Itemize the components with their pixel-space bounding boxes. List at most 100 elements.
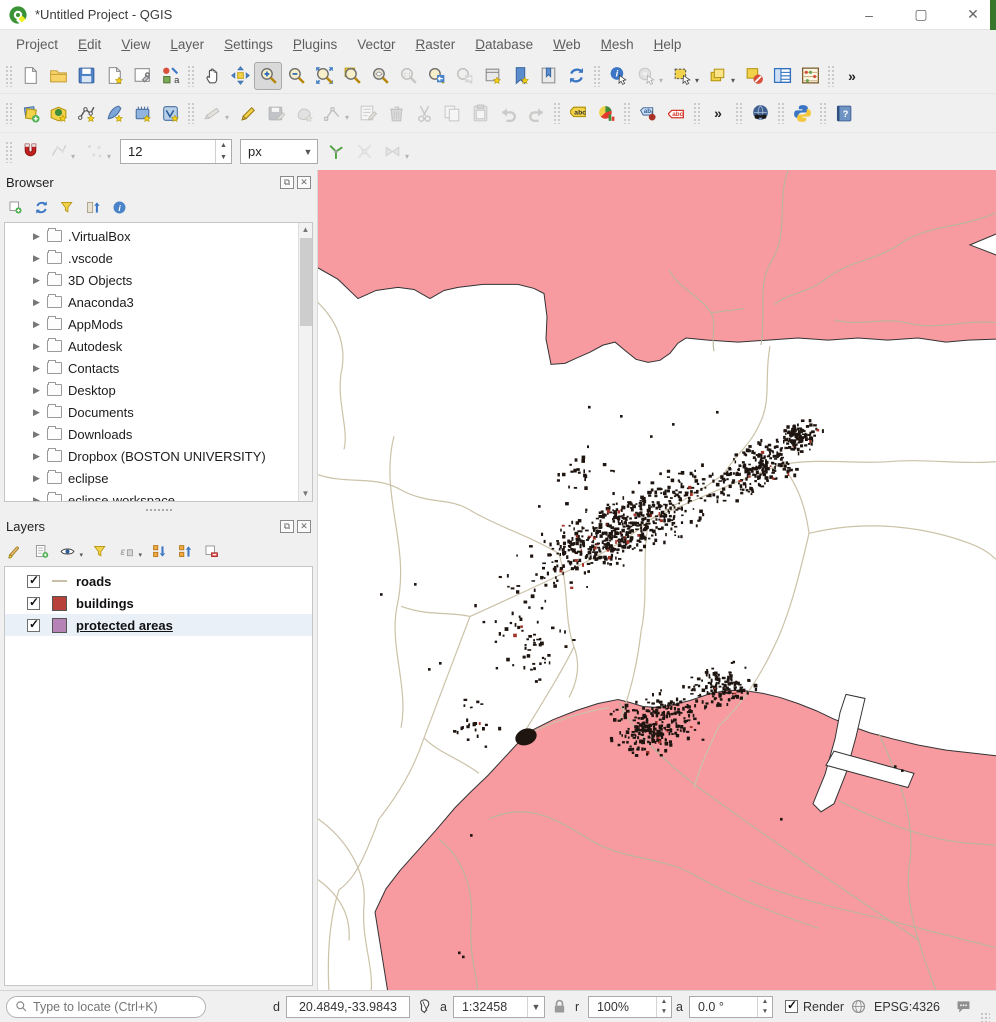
browser-item-appmods[interactable]: ▶AppMods: [5, 313, 312, 335]
new-geopackage-layer-icon[interactable]: [44, 99, 72, 127]
open-project-icon[interactable]: [44, 62, 72, 90]
style-manager-icon[interactable]: a: [156, 62, 184, 90]
expand-arrow-icon[interactable]: ▶: [33, 495, 47, 503]
expand-arrow-icon[interactable]: ▶: [33, 473, 47, 484]
expand-arrow-icon[interactable]: ▶: [33, 429, 47, 440]
layer-row-buildings[interactable]: buildings: [5, 592, 312, 614]
toolbar-overflow-icon[interactable]: »: [838, 62, 866, 90]
browser-item-downloads[interactable]: ▶Downloads: [5, 423, 312, 445]
new-map-view-icon[interactable]: [478, 62, 506, 90]
filter-by-expression-icon[interactable]: ε▾: [115, 540, 137, 562]
statistical-summary-icon[interactable]: [796, 62, 824, 90]
new-temporary-scratch-layer-icon[interactable]: [128, 99, 156, 127]
scroll-up-icon[interactable]: ▲: [299, 223, 312, 237]
toolbar-grip[interactable]: [5, 141, 13, 163]
deselect-all-icon[interactable]: [740, 62, 768, 90]
zoom-to-layer-icon[interactable]: [366, 62, 394, 90]
menu-plugins[interactable]: Plugins: [283, 33, 347, 56]
rotation-spinbox[interactable]: 0.0 ° ▲▼: [689, 996, 773, 1018]
browser-float-icon[interactable]: ⧉: [280, 176, 294, 189]
layer-visibility-checkbox[interactable]: [27, 619, 40, 632]
browser-properties-icon[interactable]: i: [108, 196, 130, 218]
expand-all-icon[interactable]: [148, 540, 170, 562]
select-by-value-icon[interactable]: ▾: [704, 62, 732, 90]
highlight-pinned-labels-icon[interactable]: ab: [634, 99, 662, 127]
show-unplaced-labels-icon[interactable]: abc: [662, 99, 690, 127]
locate-input[interactable]: [33, 1000, 197, 1014]
new-print-layout-icon[interactable]: [100, 62, 128, 90]
scroll-down-icon[interactable]: ▼: [299, 487, 312, 501]
add-selected-layers-icon[interactable]: [4, 196, 26, 218]
zoom-to-selection-icon[interactable]: [338, 62, 366, 90]
identify-features-icon[interactable]: i: [604, 62, 632, 90]
layer-row-protected-areas[interactable]: protected areas: [5, 614, 312, 636]
toolbar-grip[interactable]: [693, 102, 701, 124]
toolbar-grip[interactable]: [819, 102, 827, 124]
expand-arrow-icon[interactable]: ▶: [33, 407, 47, 418]
layer-row-roads[interactable]: roads: [5, 570, 312, 592]
open-layer-styling-icon[interactable]: [4, 540, 26, 562]
panel-splitter[interactable]: [0, 506, 317, 514]
expand-arrow-icon[interactable]: ▶: [33, 275, 47, 286]
magnifier-spinbox[interactable]: 100% ▲▼: [588, 996, 672, 1018]
toolbar-grip[interactable]: [827, 65, 835, 87]
snapping-units-combo[interactable]: px▼: [240, 139, 318, 164]
crs-globe-icon[interactable]: [848, 996, 870, 1018]
select-features-icon[interactable]: ▾: [668, 62, 696, 90]
layer-visibility-checkbox[interactable]: [27, 597, 40, 610]
new-shapefile-layer-icon[interactable]: [72, 99, 100, 127]
menu-web[interactable]: Web: [543, 33, 591, 56]
minimize-button[interactable]: –: [860, 7, 878, 23]
expand-arrow-icon[interactable]: ▶: [33, 253, 47, 264]
browser-item--vscode[interactable]: ▶.vscode: [5, 247, 312, 269]
menu-raster[interactable]: Raster: [406, 33, 466, 56]
menu-edit[interactable]: Edit: [68, 33, 111, 56]
browser-scrollbar[interactable]: ▲ ▼: [298, 223, 312, 501]
menu-project[interactable]: Project: [6, 33, 68, 56]
coordinate-box[interactable]: 20.4849,-33.9843: [286, 996, 410, 1018]
window-resize-grip[interactable]: [980, 1012, 990, 1022]
menu-view[interactable]: View: [111, 33, 160, 56]
browser-item-autodesk[interactable]: ▶Autodesk: [5, 335, 312, 357]
manage-map-themes-icon[interactable]: ▾: [56, 540, 78, 562]
menu-help[interactable]: Help: [644, 33, 692, 56]
layers-float-icon[interactable]: ⧉: [280, 520, 294, 533]
toolbar-grip[interactable]: [187, 102, 195, 124]
browser-close-icon[interactable]: ✕: [297, 176, 311, 189]
lock-scale-icon[interactable]: [549, 996, 571, 1018]
refresh-icon[interactable]: [562, 62, 590, 90]
browser-item-dropbox-boston-university-[interactable]: ▶Dropbox (BOSTON UNIVERSITY): [5, 445, 312, 467]
toolbar-grip[interactable]: [5, 65, 13, 87]
zoom-full-icon[interactable]: [310, 62, 338, 90]
expand-arrow-icon[interactable]: ▶: [33, 231, 47, 242]
toolbar-grip[interactable]: [735, 102, 743, 124]
menu-database[interactable]: Database: [465, 33, 543, 56]
new-virtual-layer-icon[interactable]: [156, 99, 184, 127]
close-button[interactable]: ✕: [964, 6, 982, 23]
collapse-all-icon[interactable]: [174, 540, 196, 562]
render-checkbox[interactable]: [785, 1000, 798, 1013]
scrollbar-thumb[interactable]: [300, 238, 312, 326]
toolbar-grip[interactable]: [777, 102, 785, 124]
topological-editing-icon[interactable]: [322, 138, 350, 166]
zoom-in-icon[interactable]: [254, 62, 282, 90]
remove-layer-icon[interactable]: [200, 540, 222, 562]
messages-icon[interactable]: [952, 996, 974, 1018]
expand-arrow-icon[interactable]: ▶: [33, 319, 47, 330]
pan-to-selection-icon[interactable]: [226, 62, 254, 90]
menu-layer[interactable]: Layer: [160, 33, 214, 56]
menu-vector[interactable]: Vector: [347, 33, 405, 56]
zoom-last-icon[interactable]: [422, 62, 450, 90]
browser-item-3d-objects[interactable]: ▶3D Objects: [5, 269, 312, 291]
toggle-editing-icon[interactable]: [234, 99, 262, 127]
open-attribute-table-icon[interactable]: [768, 62, 796, 90]
layers-close-icon[interactable]: ✕: [297, 520, 311, 533]
refresh-browser-icon[interactable]: [30, 196, 52, 218]
expand-arrow-icon[interactable]: ▶: [33, 385, 47, 396]
filter-browser-icon[interactable]: [56, 196, 78, 218]
new-spatial-bookmark-icon[interactable]: [506, 62, 534, 90]
show-spatial-bookmarks-icon[interactable]: [534, 62, 562, 90]
toolbar-overflow-2-icon[interactable]: »: [704, 99, 732, 127]
locate-box[interactable]: [6, 996, 206, 1018]
collapse-all-icon[interactable]: [82, 196, 104, 218]
